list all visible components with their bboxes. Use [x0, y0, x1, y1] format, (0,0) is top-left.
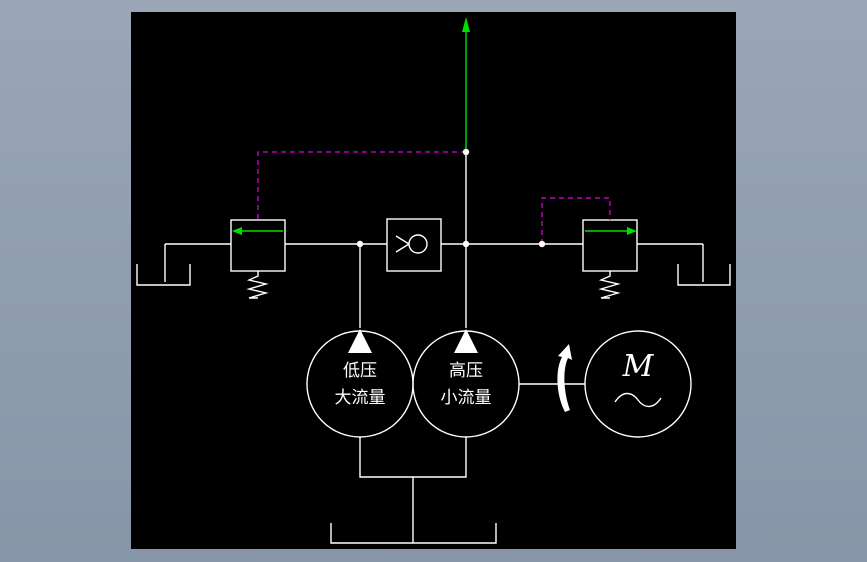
junction-dot	[356, 240, 364, 248]
motor-letter: M	[622, 349, 655, 384]
suction-line	[359, 437, 467, 478]
relief-valve-left	[136, 219, 286, 299]
electric-motor: M	[584, 330, 692, 438]
pump-high-label-line1: 高压	[449, 361, 483, 381]
hydraulic-circuit: 低压 大流量 高压 小流量 M	[136, 17, 731, 544]
pump-high-pressure: 高压 小流量	[412, 329, 520, 438]
output-arrow-icon	[462, 17, 470, 32]
junction-dot	[538, 240, 546, 248]
pump-low-pressure: 低压 大流量	[306, 329, 414, 438]
relief-valve-right	[582, 219, 731, 299]
pilot-line-left	[257, 151, 466, 220]
pilot-line-right	[541, 197, 611, 244]
pump-low-label-line1: 低压	[343, 361, 377, 381]
diagram-canvas: 低压 大流量 高压 小流量 M	[131, 12, 736, 549]
pump-low-label-line2: 大流量	[335, 388, 386, 408]
pump-high-label-line2: 小流量	[441, 388, 492, 408]
rotation-arrow-icon	[557, 344, 572, 412]
junction-dot	[462, 240, 470, 248]
check-valve	[386, 218, 442, 272]
junction-dot	[462, 148, 470, 156]
ac-wave-icon	[614, 392, 662, 408]
